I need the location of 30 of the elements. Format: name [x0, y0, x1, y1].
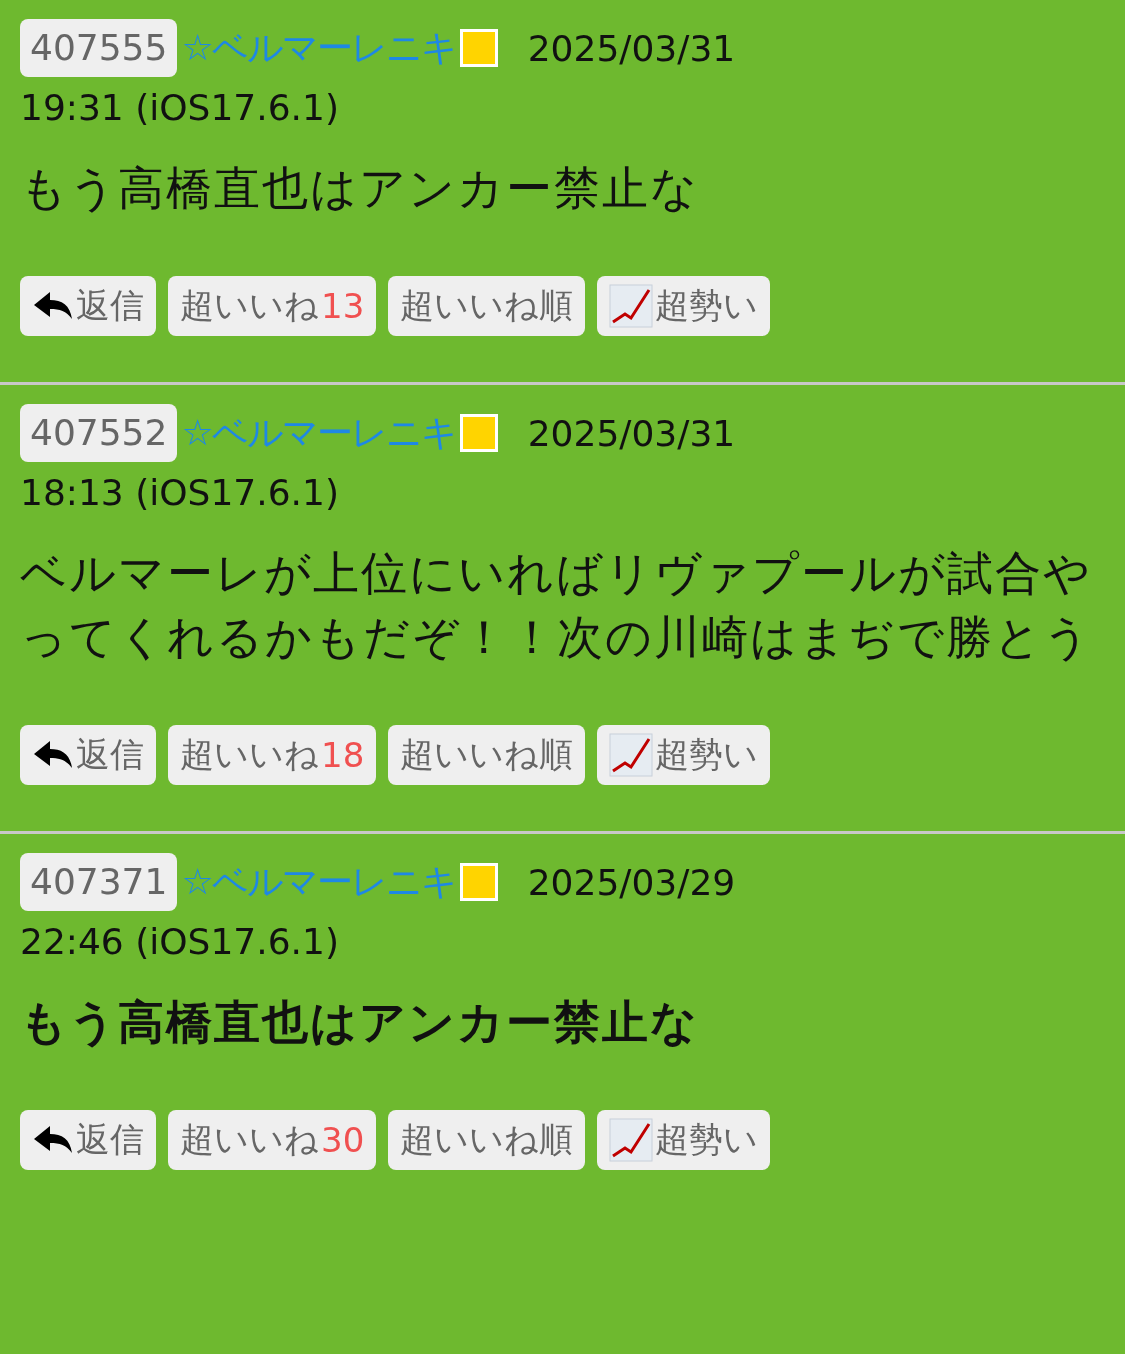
post-number[interactable]: 407552 — [20, 404, 178, 462]
post-date: 2025/03/31 — [527, 27, 736, 69]
square-icon — [459, 414, 498, 452]
trend-button[interactable]: 超勢い — [597, 276, 771, 336]
trend-button[interactable]: 超勢い — [597, 1110, 771, 1170]
post-time: 18:13 (iOS17.6.1) — [20, 471, 340, 515]
like-button[interactable]: 超いいね18 — [168, 725, 377, 785]
square-icon — [459, 863, 498, 901]
post-number[interactable]: 407555 — [20, 19, 178, 77]
post-number[interactable]: 407371 — [20, 853, 178, 911]
post-body: もう高橋直也はアンカー禁止な — [20, 994, 700, 1051]
post-date: 2025/03/29 — [527, 861, 736, 903]
sort-button[interactable]: 超いいね順 — [388, 1110, 586, 1170]
sort-button[interactable]: 超いいね順 — [388, 276, 586, 336]
post-date: 2025/03/31 — [527, 412, 736, 454]
reply-button[interactable]: 返信 — [20, 1110, 156, 1170]
sort-button[interactable]: 超いいね順 — [388, 725, 586, 785]
square-icon — [459, 29, 498, 67]
post-time: 19:31 (iOS17.6.1) — [20, 86, 340, 130]
trend-button[interactable]: 超勢い — [597, 725, 771, 785]
chart-icon — [609, 1118, 654, 1162]
like-button[interactable]: 超いいね30 — [168, 1110, 377, 1170]
post-body: もう高橋直也はアンカー禁止な — [20, 160, 700, 217]
like-button[interactable]: 超いいね13 — [168, 276, 377, 336]
reply-button[interactable]: 返信 — [20, 276, 156, 336]
post-time: 22:46 (iOS17.6.1) — [20, 920, 340, 964]
chart-icon — [609, 733, 654, 777]
post-body: ベルマーレが上位にいればリヴァプールが試合やってくれるかもだぞ！！次の川崎はまぢで勝とう — [20, 545, 1093, 666]
chart-icon — [609, 284, 654, 328]
reply-button[interactable]: 返信 — [20, 725, 156, 785]
